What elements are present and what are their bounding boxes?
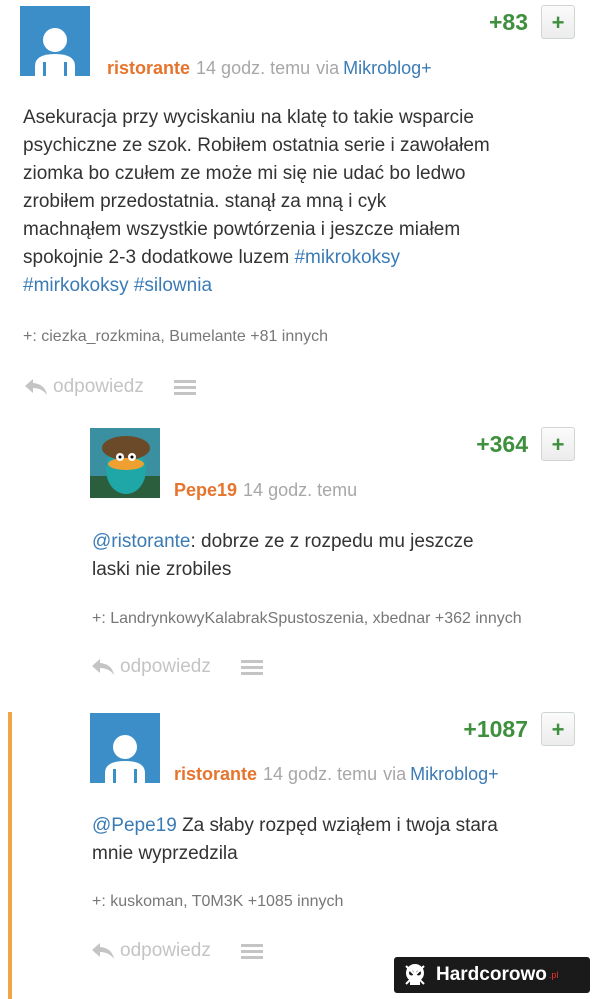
author-link[interactable]: Pepe19 [174, 480, 237, 500]
watermark-suffix: .pl [548, 970, 559, 980]
entry-body: @ristorante: dobrze ze z rozpedu mu jesz… [92, 528, 582, 584]
author-link[interactable]: ristorante [107, 58, 190, 78]
reply-icon[interactable] [23, 377, 49, 397]
skull-logo-icon [405, 964, 425, 985]
vote-count: +1087 [463, 716, 528, 742]
site-watermark: Hardcorowo .pl [394, 957, 590, 993]
plus-vote-button[interactable]: + [541, 712, 575, 746]
timestamp[interactable]: 14 godz. temu [263, 764, 377, 784]
via-label: via [383, 764, 407, 784]
voters-list[interactable]: +: LandrynkowyKalabrakSpustoszenia, xbed… [92, 610, 522, 628]
platypus-avatar-icon [90, 428, 160, 498]
plus-vote-button[interactable]: + [541, 5, 575, 39]
user-silhouette-icon [105, 735, 145, 783]
body-line: psychiczne ze szok. Robiłem ostatnia ser… [23, 135, 490, 156]
user-silhouette-icon [35, 28, 75, 76]
body-line: @ristorante: dobrze ze z rozpedu mu jesz… [92, 528, 582, 556]
entry-meta: Pepe19 14 godz. temu [174, 480, 357, 501]
avatar[interactable] [20, 6, 90, 76]
menu-icon[interactable] [173, 378, 196, 396]
menu-icon[interactable] [240, 942, 263, 960]
plus-vote-button[interactable]: + [541, 427, 575, 461]
body-line: spokojnie 2-3 dodatkowe luzem #mikrokoks… [23, 244, 593, 272]
entry-body: @Pepe19 Za słaby rozpęd wziąłem i twoja … [92, 812, 582, 868]
vote-count: +364 [476, 431, 528, 457]
mention-link[interactable]: @ristorante [92, 531, 191, 552]
avatar[interactable] [90, 713, 160, 783]
timestamp[interactable]: 14 godz. temu [196, 58, 310, 78]
entry-actions: odpowiedz [90, 656, 263, 678]
entry-actions: odpowiedz [90, 940, 263, 962]
tag-link[interactable]: #mikrokoksy [294, 247, 400, 268]
avatar[interactable] [90, 428, 160, 498]
source-link[interactable]: Mikroblog+ [343, 58, 432, 78]
reply-icon[interactable] [90, 657, 116, 677]
body-text: spokojnie 2-3 dodatkowe luzem [23, 247, 290, 268]
body-line: zrobiłem przedostatnia. stanął za mną i … [23, 191, 387, 212]
entry-meta: ristorante 14 godz. temu via Mikroblog+ [174, 764, 499, 785]
tag-link[interactable]: #silownia [134, 275, 212, 296]
highlight-bar [8, 712, 12, 999]
source-link[interactable]: Mikroblog+ [410, 764, 499, 784]
entry-meta: ristorante 14 godz. temu via Mikroblog+ [107, 58, 432, 79]
body-line: laski nie zrobiles [92, 559, 232, 580]
entry-body: Asekuracja przy wyciskaniu na klatę to t… [23, 104, 593, 300]
tag-link[interactable]: #mirkokoksy [23, 275, 129, 296]
reply-button[interactable]: odpowiedz [120, 940, 211, 962]
voters-list[interactable]: +: ciezka_rozkmina, Bumelante +81 innych [23, 328, 328, 346]
body-line: #mirkokoksy #silownia [23, 272, 593, 300]
body-line: Asekuracja przy wyciskaniu na klatę to t… [23, 107, 474, 128]
via-label: via [316, 58, 340, 78]
body-line: @Pepe19 Za słaby rozpęd wziąłem i twoja … [92, 812, 582, 840]
body-line: machnąłem wszystkie powtórzenia i jeszcz… [23, 219, 461, 240]
reply-button[interactable]: odpowiedz [53, 376, 144, 398]
voters-list[interactable]: +: kuskoman, T0M3K +1085 innych [92, 893, 343, 911]
timestamp[interactable]: 14 godz. temu [243, 480, 357, 500]
body-line: mnie wyprzedzila [92, 843, 238, 864]
mention-link[interactable]: @Pepe19 [92, 815, 177, 836]
vote-count: +83 [488, 9, 528, 35]
body-text: Za słaby rozpęd wziąłem i twoja stara [176, 815, 498, 836]
watermark-text: Hardcorowo [436, 964, 547, 985]
menu-icon[interactable] [240, 658, 263, 676]
reply-icon[interactable] [90, 941, 116, 961]
author-link[interactable]: ristorante [174, 764, 257, 784]
body-line: ziomka bo czułem ze może mi się nie udać… [23, 163, 466, 184]
body-text: : dobrze ze z rozpedu mu jeszcze [190, 531, 474, 552]
reply-button[interactable]: odpowiedz [120, 656, 211, 678]
entry-actions: odpowiedz [23, 376, 196, 398]
